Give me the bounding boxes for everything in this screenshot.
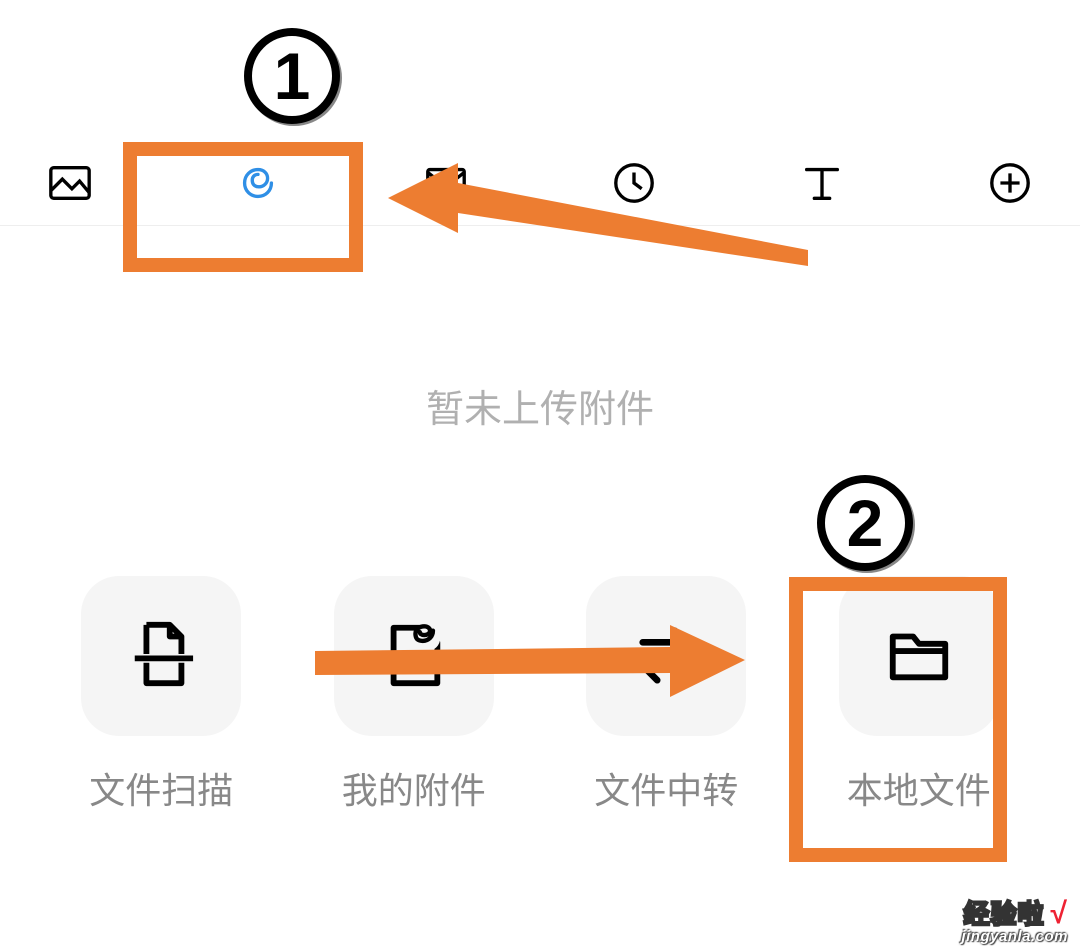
image-icon <box>47 160 93 211</box>
text-icon <box>799 160 845 211</box>
watermark-url: jingyanla.com <box>961 929 1068 944</box>
clock-icon <box>611 160 657 211</box>
toolbar-attachment-button[interactable] <box>233 160 283 210</box>
file-transfer-icon-box <box>586 576 746 736</box>
option-scan-file[interactable]: 文件扫描 <box>71 576 251 814</box>
watermark: 经验啦 √ jingyanla.com <box>961 899 1068 944</box>
folder-icon <box>884 619 954 694</box>
empty-placeholder-text: 暂未上传附件 <box>426 378 654 433</box>
toolbar-image-button[interactable] <box>45 160 95 210</box>
scan-file-icon <box>126 619 196 694</box>
page-clip-icon <box>379 619 449 694</box>
option-label: 本地文件 <box>847 762 991 814</box>
toolbar-envelope-button[interactable] <box>421 160 471 210</box>
envelope-icon <box>423 160 469 211</box>
option-local-file[interactable]: 本地文件 <box>829 576 1009 814</box>
watermark-check-icon: √ <box>1051 899 1068 929</box>
scan-file-icon-box <box>81 576 241 736</box>
option-label: 文件中转 <box>594 762 738 814</box>
attachment-empty-area: 暂未上传附件 <box>0 226 1080 546</box>
option-my-attachments[interactable]: 我的附件 <box>324 576 504 814</box>
option-file-transfer[interactable]: 文件中转 <box>576 576 756 814</box>
attachment-options-row: 文件扫描 我的附件 文件中转 <box>0 546 1080 814</box>
local-file-icon-box <box>839 576 999 736</box>
attachment-toolbar <box>0 145 1080 226</box>
option-label: 我的附件 <box>342 762 486 814</box>
toolbar-plus-button[interactable] <box>985 160 1035 210</box>
transfer-icon <box>631 619 701 694</box>
toolbar-clock-button[interactable] <box>609 160 659 210</box>
plus-circle-icon <box>987 160 1033 211</box>
option-label: 文件扫描 <box>89 762 233 814</box>
attachment-icon <box>235 160 281 211</box>
watermark-brand: 经验啦 <box>964 901 1045 927</box>
my-attachments-icon-box <box>334 576 494 736</box>
toolbar-text-button[interactable] <box>797 160 847 210</box>
header-spacer <box>0 0 1080 145</box>
